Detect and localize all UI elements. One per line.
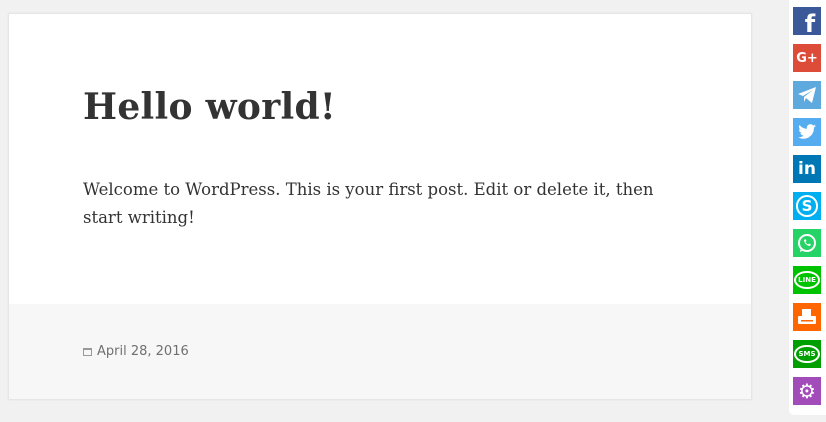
share-button-linkedin[interactable]: in [793, 155, 821, 183]
post-title[interactable]: Hello world! [83, 86, 336, 128]
share-button-sms[interactable]: SMS [793, 340, 821, 368]
post-footer: April 28, 2016 [9, 304, 751, 399]
share-button-skype[interactable]: S [793, 192, 821, 220]
skype-icon: S [795, 195, 819, 217]
sms-icon: SMS [794, 345, 820, 363]
share-button-line[interactable]: LINE [793, 266, 821, 294]
gear-icon: ⚙ [798, 379, 816, 403]
share-button-google-plus[interactable]: G+ [793, 44, 821, 72]
share-button-telegram[interactable] [793, 81, 821, 109]
post-date[interactable]: April 28, 2016 [83, 344, 189, 359]
post-date-text[interactable]: April 28, 2016 [97, 344, 189, 359]
post-card: Hello world! Welcome to WordPress. This … [8, 13, 752, 400]
twitter-icon [797, 122, 817, 142]
facebook-icon: f [804, 10, 816, 38]
google-plus-icon: G+ [796, 50, 818, 66]
share-button-twitter[interactable] [793, 118, 821, 146]
share-button-whatsapp[interactable] [793, 229, 821, 257]
calendar-icon [83, 347, 92, 356]
share-button-print[interactable] [793, 303, 821, 331]
share-button-facebook[interactable]: f [793, 7, 821, 38]
post-content: Welcome to WordPress. This is your first… [83, 180, 654, 227]
share-button-more[interactable]: ⚙ [793, 377, 821, 405]
print-icon [797, 307, 817, 327]
whatsapp-icon [797, 233, 817, 253]
linkedin-icon: in [798, 159, 816, 179]
share-sidebar: f G+ in S LINE SMS ⚙ [789, 0, 826, 415]
telegram-icon [797, 85, 817, 105]
line-icon: LINE [794, 271, 820, 289]
